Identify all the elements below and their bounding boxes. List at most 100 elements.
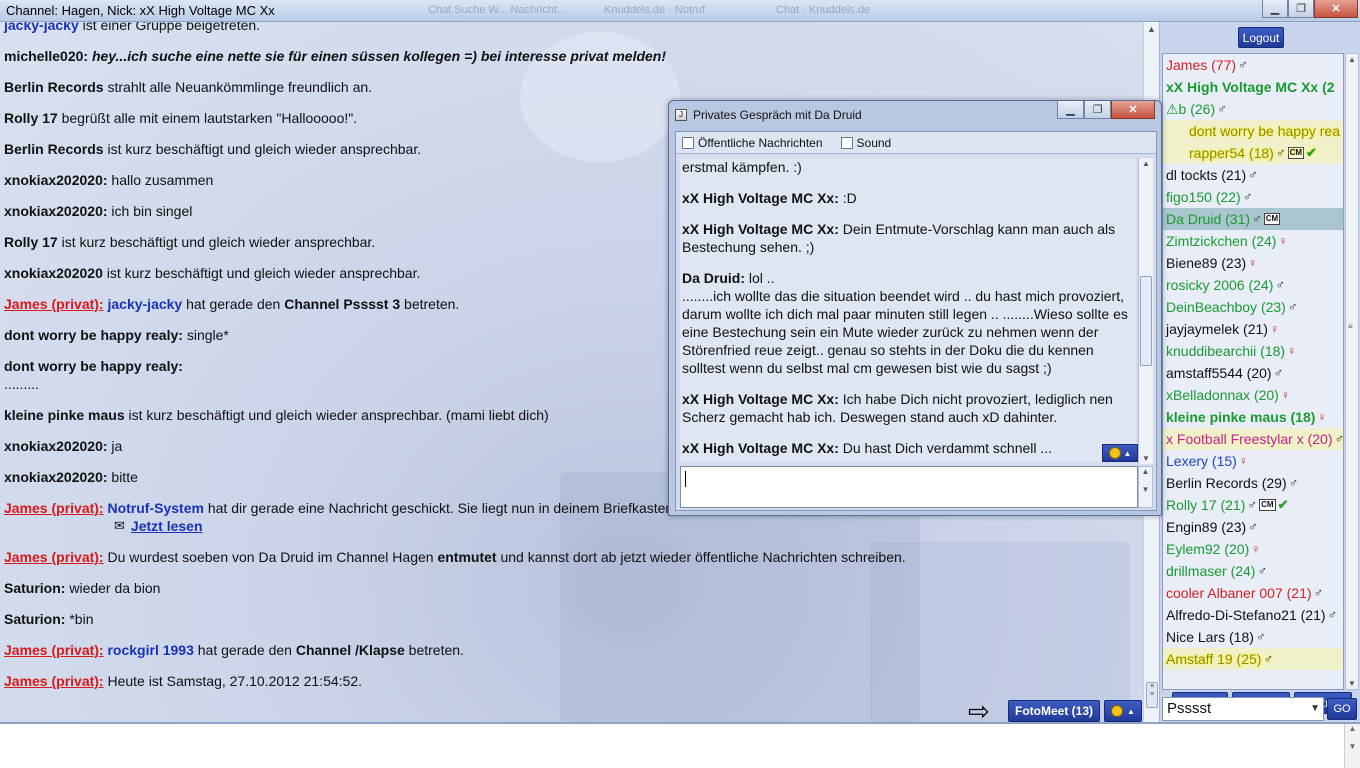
user-list-item[interactable]: Berlin Records (29) ♂: [1163, 472, 1343, 494]
message-line: James (privat): Du wurdest soeben von Da…: [4, 548, 1134, 566]
user-list-item[interactable]: Rolly 17 (21) ♂ CM ✔: [1163, 494, 1343, 516]
female-icon: ♀: [1317, 410, 1327, 424]
message-text: ist kurz beschäftigt und gleich wieder a…: [102, 265, 421, 281]
chat-message: James (privat): Heute ist Samstag, 27.10…: [4, 672, 1134, 690]
nick-link[interactable]: rockgirl 1993: [107, 642, 193, 658]
male-icon: ♂: [1334, 431, 1344, 446]
user-name: Eylem92 (20): [1166, 541, 1250, 557]
nick-link[interactable]: James (privat):: [4, 500, 104, 516]
cm-badge-icon: CM: [1263, 213, 1281, 225]
checkbox-box[interactable]: [840, 136, 853, 149]
user-list-item[interactable]: cooler Albaner 007 (21) ♂: [1163, 582, 1343, 604]
scroll-up-icon[interactable]: ▲: [1147, 24, 1156, 34]
read-now-link[interactable]: Jetzt lesen: [131, 517, 203, 535]
close-icon[interactable]: ✕: [1314, 0, 1358, 18]
check-icon: ✔: [1306, 145, 1317, 160]
nick-link[interactable]: jacky-jacky: [107, 296, 182, 312]
nick-link[interactable]: jacky-jacky: [4, 22, 79, 33]
logout-button[interactable]: Logout: [1238, 27, 1284, 48]
user-list-item[interactable]: rapper54 (18) ♂ CM ✔: [1163, 142, 1343, 164]
user-list-item[interactable]: drillmaser (24) ♂: [1163, 560, 1343, 582]
fotomeet-button[interactable]: FotoMeet (13): [1008, 700, 1100, 722]
user-list-item[interactable]: dl tockts (21) ♂: [1163, 164, 1343, 186]
user-list-item[interactable]: Eylem92 (20) ♀: [1163, 538, 1343, 560]
message-input[interactable]: ▲ ▼: [0, 722, 1360, 768]
private-message: Da Druid: lol .. ........ich wollte das d…: [682, 269, 1134, 377]
ghost-tab: Chat Suche W... Nachricht...: [428, 4, 567, 16]
scroll-thumb[interactable]: [1140, 276, 1152, 366]
message-nick: xX High Voltage MC Xx:: [682, 221, 839, 237]
arrow-right-icon: ⇨: [968, 696, 990, 726]
nick-link[interactable]: James (privat):: [4, 642, 104, 658]
read-now-row: ✉ Jetzt lesen: [4, 517, 1134, 535]
scroll-down-icon[interactable]: ▼: [1348, 679, 1356, 688]
nick-link[interactable]: James (privat):: [4, 549, 104, 565]
user-list-item[interactable]: Biene89 (23) ♀: [1163, 252, 1343, 274]
user-list-item[interactable]: figo150 (22) ♂: [1163, 186, 1343, 208]
smiley-picker-button[interactable]: ▲: [1104, 700, 1142, 722]
user-list-item[interactable]: knuddibearchii (18) ♀: [1163, 340, 1343, 362]
user-list-scrollbar[interactable]: ▲ ≡ ▼: [1345, 53, 1359, 690]
message-text: lol ..: [745, 270, 775, 286]
message-text: hallo zusammen: [111, 172, 214, 188]
user-list-item[interactable]: Engin89 (23) ♂: [1163, 516, 1343, 538]
male-icon: ♂: [1327, 607, 1338, 622]
maximize-icon[interactable]: ❐: [1288, 0, 1314, 18]
user-list-item[interactable]: Amstaff 19 (25) ♂: [1163, 648, 1343, 670]
message-text: betreten.: [400, 296, 460, 312]
message-text: entmutet: [437, 549, 497, 565]
cm-badge-icon: CM: [1259, 499, 1276, 511]
scroll-down-icon[interactable]: ▼: [1142, 454, 1150, 463]
minimize-icon[interactable]: ▁: [1057, 101, 1084, 119]
nick-link[interactable]: James (privat):: [4, 673, 104, 689]
maximize-icon[interactable]: ❐: [1084, 101, 1111, 119]
scroll-grip[interactable]: ≡ ≡: [1146, 682, 1158, 708]
nick-link[interactable]: Notruf-System: [107, 500, 203, 516]
dialog-scrollbar[interactable]: ▲ ▼: [1138, 158, 1153, 464]
male-icon: ♂: [1273, 365, 1284, 380]
user-list-item[interactable]: dont worry be happy rea: [1163, 120, 1343, 142]
private-input-scrollbar[interactable]: ▲ ▼: [1138, 466, 1153, 508]
scroll-grip-icon[interactable]: ≡: [1348, 322, 1353, 331]
checkbox-box[interactable]: [682, 136, 694, 149]
user-list: James (77) ♂ xX High Voltage MC Xx (2 ⚠b (2…: [1162, 53, 1344, 690]
user-list-item[interactable]: x Football Freestylar x (20) ♂: [1163, 428, 1343, 450]
user-list-item[interactable]: xBelladonnax (20) ♀: [1163, 384, 1343, 406]
user-list-item[interactable]: DeinBeachboy (23) ♂: [1163, 296, 1343, 318]
dialog-titlebar: J Privates Gespräch mit Da Druid: [675, 107, 862, 123]
private-message-input[interactable]: [680, 466, 1138, 508]
input-scrollbar[interactable]: ▲ ▼: [1344, 724, 1360, 768]
message-nick: xX High Voltage MC Xx:: [682, 440, 839, 456]
smiley-icon: [1108, 447, 1121, 459]
chat-message: michelle020: hey...ich suche eine nette …: [4, 47, 1134, 65]
go-button[interactable]: GO: [1327, 698, 1357, 720]
user-list-item[interactable]: jayjaymelek (21) ♀: [1163, 318, 1343, 340]
scroll-up-icon[interactable]: ▲: [1348, 55, 1356, 64]
user-list-item[interactable]: xX High Voltage MC Xx (2: [1163, 76, 1343, 98]
public-messages-checkbox[interactable]: Öffentliche Nachrichten: [682, 136, 823, 150]
scroll-up-icon[interactable]: ▲: [1142, 159, 1150, 168]
user-list-item[interactable]: ⚠b (26) ♂: [1163, 98, 1343, 120]
dialog-smiley-button[interactable]: ▲: [1102, 444, 1138, 462]
message-text: hat gerade den: [182, 296, 285, 312]
user-name: amstaff5544 (20): [1166, 365, 1272, 381]
user-list-item[interactable]: Nice Lars (18) ♂: [1163, 626, 1343, 648]
user-name: Nice Lars (18): [1166, 629, 1254, 645]
user-list-item[interactable]: Zimtzickchen (24) ♀: [1163, 230, 1343, 252]
user-list-item[interactable]: Alfredo-Di-Stefano21 (21) ♂: [1163, 604, 1343, 626]
user-list-item[interactable]: Da Druid (31) ♂ CM: [1163, 208, 1343, 230]
user-name: cooler Albaner 007 (21): [1166, 585, 1312, 601]
user-list-item[interactable]: rosicky 2006 (24) ♂: [1163, 274, 1343, 296]
nick-link[interactable]: James (privat):: [4, 296, 104, 312]
minimize-icon[interactable]: ▁: [1262, 0, 1288, 18]
user-list-item[interactable]: kleine pinke maus (18) ♀: [1163, 406, 1343, 428]
dialog-messages: erstmal kämpfen. :) xX High Voltage MC Xx…: [680, 158, 1136, 462]
user-list-item[interactable]: Lexery (15) ♀: [1163, 450, 1343, 472]
user-list-item[interactable]: amstaff5544 (20) ♂: [1163, 362, 1343, 384]
close-icon[interactable]: ✕: [1111, 101, 1155, 119]
user-name: Da Druid (31): [1166, 211, 1251, 227]
channel-select[interactable]: Psssst ▼: [1162, 697, 1324, 721]
channel-value: Psssst: [1167, 700, 1212, 717]
user-list-item[interactable]: James (77) ♂: [1163, 54, 1343, 76]
sound-checkbox[interactable]: Sound: [840, 136, 891, 150]
